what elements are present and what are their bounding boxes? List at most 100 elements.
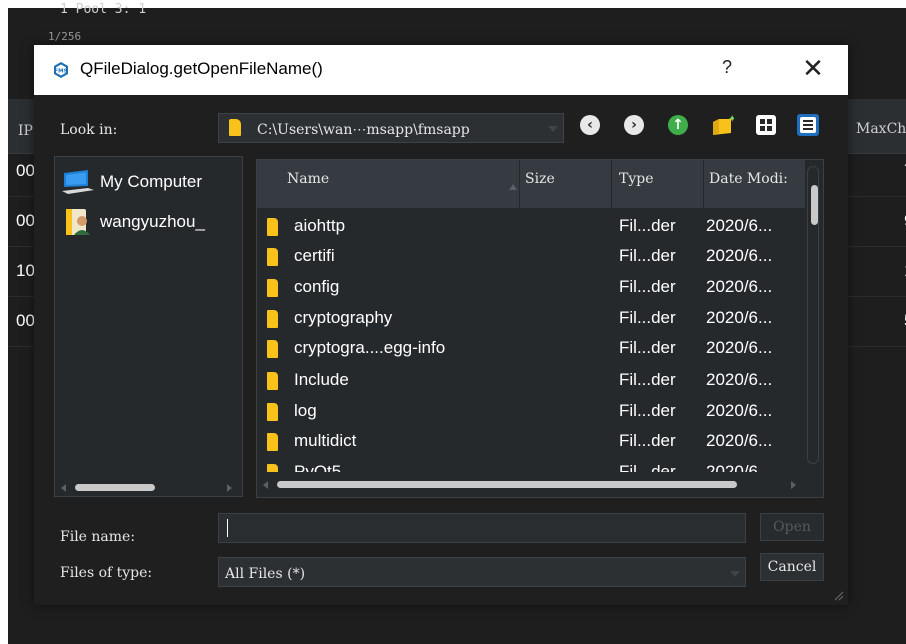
scroll-left-arrow-icon[interactable]	[61, 484, 66, 492]
close-button[interactable]: ✕	[798, 53, 828, 83]
file-date: 2020/6...	[706, 370, 773, 389]
new-folder-button[interactable]: ✦	[710, 113, 736, 137]
file-type: Fil...der	[619, 246, 676, 265]
folder-icon	[267, 372, 278, 390]
chevron-down-icon	[730, 571, 740, 577]
open-button[interactable]: Open	[760, 513, 824, 541]
file-type: Fil...der	[619, 401, 676, 420]
scroll-right-arrow-icon[interactable]	[227, 484, 232, 492]
header-divider	[611, 160, 612, 208]
background-pool-text: 1 Pool 3: 1	[60, 2, 147, 17]
file-date: 2020/6...	[706, 338, 773, 357]
file-row[interactable]: config Fil...der 2020/6...	[257, 273, 805, 303]
file-row[interactable]: cryptography Fil...der 2020/6...	[257, 304, 805, 334]
column-header-size[interactable]: Size	[525, 171, 555, 187]
forward-button[interactable]: ›	[622, 113, 646, 137]
detail-mode-icon	[797, 114, 819, 136]
files-of-type-combobox[interactable]: All Files (*)	[218, 557, 746, 587]
new-folder-icon: ✦	[713, 114, 736, 135]
sort-indicator-icon	[509, 184, 517, 190]
back-button[interactable]: ‹	[578, 113, 602, 137]
detail-mode-button[interactable]	[796, 113, 820, 137]
folder-icon	[267, 218, 278, 236]
sidebar-scroll-thumb[interactable]	[75, 484, 155, 491]
vertical-scroll-track[interactable]	[807, 166, 819, 464]
svg-text:✦: ✦	[728, 114, 734, 125]
column-header-name[interactable]: Name	[287, 171, 329, 187]
file-name: PyQt5	[294, 462, 342, 472]
look-in-combobox[interactable]: C:\Users\wan⋯msapp\fmsapp	[218, 113, 564, 143]
file-type: Fil...der	[619, 338, 676, 357]
app-logo-icon: FMS	[54, 62, 68, 78]
folder-icon	[267, 403, 278, 421]
file-row[interactable]: certifi Fil...der 2020/6...	[257, 242, 805, 272]
folder-icon	[229, 119, 241, 136]
folder-icon	[267, 279, 278, 297]
parent-directory-button[interactable]: ↑	[666, 113, 690, 137]
file-name: config	[294, 277, 340, 296]
column-header-date-modified[interactable]: Date Modi:	[709, 171, 788, 187]
file-name: multidict	[294, 431, 357, 450]
column-header-type[interactable]: Type	[619, 171, 654, 187]
cancel-button[interactable]: Cancel	[760, 553, 824, 581]
file-date: 2020/6...	[706, 246, 773, 265]
sidebar-item-my-computer[interactable]: My Computer	[62, 167, 202, 197]
sidebar-item-user-folder[interactable]: wangyuzhou_	[62, 207, 205, 237]
scroll-right-arrow-icon[interactable]	[791, 481, 796, 489]
look-in-label: Look in:	[60, 122, 118, 138]
file-name: cryptography	[294, 308, 393, 327]
file-date: 2020/6...	[706, 277, 773, 296]
files-of-type-value: All Files (*)	[225, 566, 306, 582]
folder-icon	[267, 433, 278, 451]
svg-text:FMS: FMS	[54, 69, 67, 75]
file-list-header: Name Size Type Date Modi:	[257, 160, 805, 208]
file-row[interactable]: PyQt5 Fil...der 2020/6...	[257, 458, 805, 472]
dialog-title-bar[interactable]: FMS QFileDialog.getOpenFileName() ? ✕	[34, 45, 848, 95]
background-maxch-header: MaxCh	[856, 121, 906, 137]
file-type: Fil...der	[619, 431, 676, 450]
file-date: 2020/6...	[706, 462, 773, 472]
file-list-vertical-scrollbar[interactable]	[805, 160, 823, 497]
file-dialog: FMS QFileDialog.getOpenFileName() ? ✕ Lo…	[34, 45, 848, 605]
dialog-title: QFileDialog.getOpenFileName()	[80, 59, 323, 78]
back-arrow-icon: ‹	[580, 115, 600, 135]
file-type: Fil...der	[619, 277, 676, 296]
files-of-type-label: Files of type:	[60, 565, 153, 581]
text-caret	[227, 519, 228, 537]
file-row[interactable]: log Fil...der 2020/6...	[257, 397, 805, 427]
scroll-left-arrow-icon[interactable]	[263, 481, 268, 489]
sidebar-item-label: My Computer	[100, 172, 203, 191]
vertical-scroll-thumb[interactable]	[811, 185, 818, 225]
folder-icon	[267, 340, 278, 358]
folder-icon	[267, 310, 278, 328]
file-row[interactable]: Include Fil...der 2020/6...	[257, 366, 805, 396]
list-mode-icon	[756, 115, 776, 135]
parent-directory-icon: ↑	[668, 115, 688, 135]
folder-icon	[267, 464, 278, 472]
file-name-input[interactable]	[218, 513, 746, 543]
sidebar-places: My Computer wangyuzhou_	[54, 156, 243, 497]
file-date: 2020/6...	[706, 431, 773, 450]
sidebar-item-label: wangyuzhou_	[100, 212, 205, 231]
file-name: certifi	[294, 246, 335, 265]
help-button[interactable]: ?	[722, 57, 732, 78]
file-name: cryptogra....egg-info	[294, 338, 446, 357]
user-folder-icon	[66, 209, 90, 235]
file-row[interactable]: multidict Fil...der 2020/6...	[257, 427, 805, 457]
resize-grip-icon[interactable]	[832, 589, 844, 601]
file-type: Fil...der	[619, 308, 676, 327]
sidebar-horizontal-scrollbar[interactable]	[61, 481, 237, 495]
file-row[interactable]: cryptogra....egg-info Fil...der 2020/6..…	[257, 334, 805, 364]
file-date: 2020/6...	[706, 216, 773, 235]
file-list-scroll-thumb[interactable]	[277, 481, 737, 488]
file-row[interactable]: aiohttp Fil...der 2020/6...	[257, 212, 805, 242]
file-type: Fil...der	[619, 370, 676, 389]
header-divider	[703, 160, 704, 208]
list-mode-button[interactable]	[754, 113, 778, 137]
file-name: aiohttp	[294, 216, 346, 235]
file-type: Fil...der	[619, 216, 676, 235]
background-count-text: 1/256	[48, 30, 82, 43]
look-in-path: C:\Users\wan⋯msapp\fmsapp	[257, 122, 470, 138]
file-date: 2020/6...	[706, 401, 773, 420]
file-list-horizontal-scrollbar[interactable]	[263, 478, 801, 492]
